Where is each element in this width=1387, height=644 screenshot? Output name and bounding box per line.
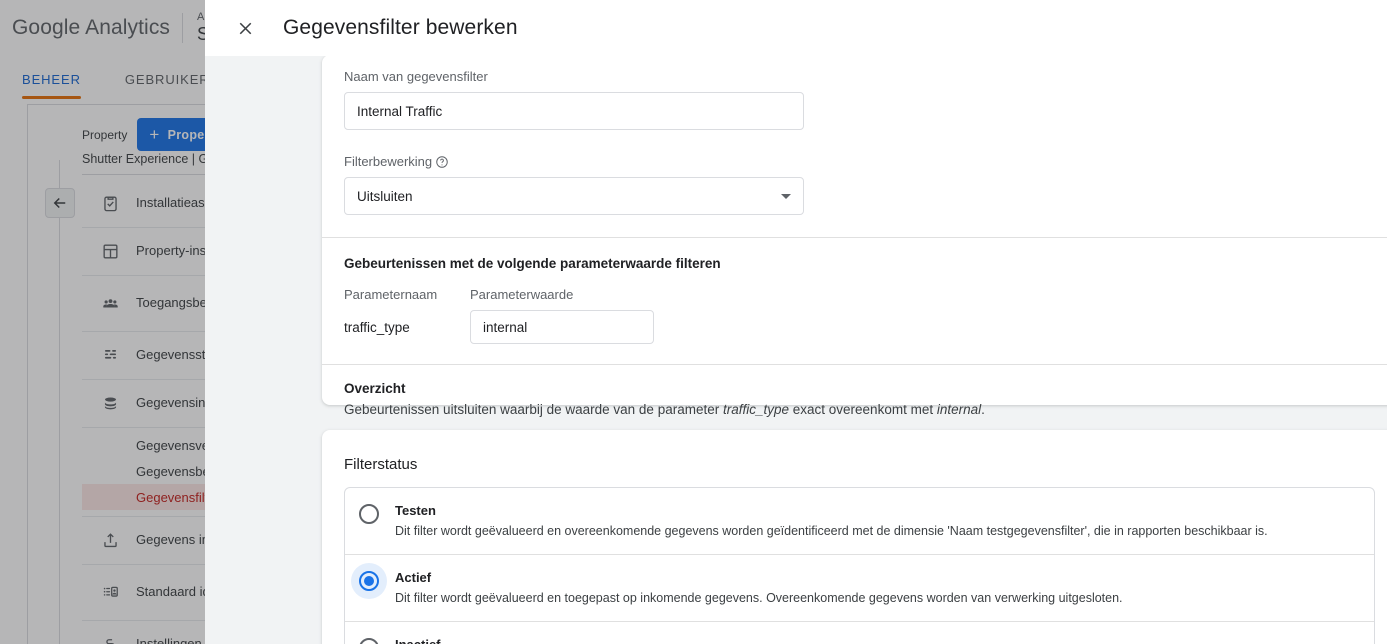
filter-basics-section: Naam van gegevensfilter Filterbewerking … (322, 56, 1387, 237)
filter-definition-card: Naam van gegevensfilter Filterbewerking … (322, 56, 1387, 417)
radio-option-label: Actief (395, 569, 432, 585)
edit-data-filter-dialog: Gegevensfilter bewerken Naam van gegeven… (205, 0, 1387, 644)
radio-option-label: Testen (395, 503, 436, 518)
dialog-title: Gegevensfilter bewerken (283, 16, 518, 39)
close-icon[interactable] (233, 16, 257, 40)
radio-option-text: Inactief Dit filter wordt niet geëvaluee… (395, 636, 571, 644)
parameter-section-title: Gebeurtenissen met de volgende parameter… (344, 256, 721, 271)
radio-option-description: Dit filter wordt geëvalueerd en toegepas… (395, 590, 1123, 605)
filter-name-input[interactable] (344, 92, 804, 130)
help-circle-icon[interactable] (435, 155, 449, 169)
parameter-filter-section: Gebeurtenissen met de volgende parameter… (322, 238, 1387, 364)
radio-icon (359, 504, 379, 524)
radio-option-label: Inactief (395, 637, 441, 644)
filter-operation-label-row: Filterbewerking (344, 154, 1375, 169)
overview-section: Overzicht Gebeurtenissen uitsluiten waar… (322, 365, 1387, 438)
parameter-row: traffic_type (344, 310, 1375, 344)
overview-prefix: Gebeurtenissen uitsluiten waarbij de waa… (344, 402, 723, 417)
radio-option-text: Actief Dit filter wordt geëvalueerd en t… (395, 569, 1123, 607)
radio-option-description: Dit filter wordt geëvalueerd en overeenk… (395, 524, 1268, 538)
overview-middle: exact overeenkomt met (789, 402, 937, 417)
filter-status-radio-group: Testen Dit filter wordt geëvalueerd en o… (344, 487, 1375, 644)
radio-option-inactief[interactable]: Inactief Dit filter wordt niet geëvaluee… (345, 622, 1374, 644)
parameter-name-header: Parameternaam (344, 287, 438, 302)
overview-text: Gebeurtenissen uitsluiten waarbij de waa… (344, 401, 1375, 420)
filter-status-title: Filterstatus (344, 456, 418, 473)
filter-operation-select[interactable]: Uitsluiten (344, 177, 804, 215)
filter-operation-label: Filterbewerking (344, 154, 433, 169)
radio-icon (359, 637, 379, 644)
parameter-value-header: Parameterwaarde (470, 287, 574, 302)
overview-title: Overzicht (344, 381, 406, 396)
parameter-table-header: Parameternaam Parameterwaarde (344, 287, 1375, 302)
parameter-value-input[interactable] (470, 310, 654, 344)
dialog-header: Gegevensfilter bewerken (205, 0, 1387, 56)
radio-option-text: Testen Dit filter wordt geëvalueerd en o… (395, 502, 1268, 540)
overview-param: traffic_type (722, 402, 790, 417)
radio-option-testen[interactable]: Testen Dit filter wordt geëvalueerd en o… (345, 488, 1374, 555)
overview-suffix: . (981, 402, 985, 417)
parameter-name-value: traffic_type (344, 319, 410, 335)
radio-option-actief[interactable]: Actief Dit filter wordt geëvalueerd en t… (345, 555, 1374, 622)
overview-value: internal (936, 402, 982, 417)
dialog-body: Naam van gegevensfilter Filterbewerking … (205, 56, 1387, 644)
chevron-down-icon (781, 193, 791, 199)
filter-operation-value: Uitsluiten (357, 188, 413, 204)
radio-icon (351, 562, 387, 599)
filter-status-card: Filterstatus Testen Dit filter wordt geë… (322, 430, 1387, 644)
filter-name-label: Naam van gegevensfilter (344, 69, 488, 84)
